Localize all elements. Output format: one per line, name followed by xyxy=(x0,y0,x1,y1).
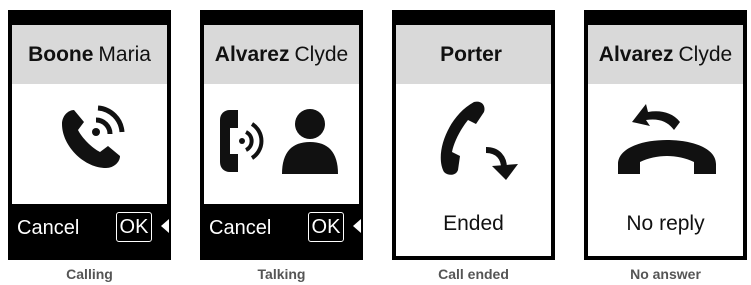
screen-calling: Boone Maria Cancel OK xyxy=(8,10,171,260)
caption: Talking xyxy=(257,266,306,282)
contact-header: Porter xyxy=(396,25,551,84)
contact-last-name: Boone xyxy=(28,42,94,66)
contact-first-name: Clyde xyxy=(294,42,349,66)
screen-call-ended: Porter Ended xyxy=(392,10,555,260)
caption: No answer xyxy=(630,266,701,282)
contact-last-name: Alvarez xyxy=(598,42,674,66)
arrow-left-icon[interactable] xyxy=(161,219,169,233)
contact-last-name: Porter xyxy=(440,42,502,66)
call-status: No reply xyxy=(626,212,705,235)
ok-button[interactable]: OK xyxy=(116,212,152,242)
contact-header: Boone Maria xyxy=(12,25,167,84)
call-ended-icon xyxy=(440,101,518,180)
no-answer-icon xyxy=(618,104,716,174)
soft-key-bar: Cancel OK xyxy=(8,205,171,257)
contact-first-name: Clyde xyxy=(678,42,733,66)
contact-first-name: Maria xyxy=(98,42,151,66)
ok-button[interactable]: OK xyxy=(308,212,344,242)
phone-talking-icon xyxy=(220,109,338,174)
caption: Calling xyxy=(66,266,113,282)
screen-body: Ended xyxy=(396,84,551,256)
phone-calling-icon xyxy=(62,105,125,168)
cancel-button[interactable]: Cancel xyxy=(17,217,79,240)
screen-body xyxy=(204,84,359,204)
contact-header: Alvarez Clyde xyxy=(204,25,359,84)
arrow-left-icon[interactable] xyxy=(353,219,361,233)
call-status: Ended xyxy=(443,212,504,235)
screen-body xyxy=(12,84,167,204)
screen-no-answer: Alvarez Clyde No reply xyxy=(584,10,747,260)
screen-body: No reply xyxy=(588,84,743,256)
screen-talking: Alvarez Clyde Cancel OK xyxy=(200,10,363,260)
soft-key-bar: Cancel OK xyxy=(200,205,363,257)
contact-last-name: Alvarez xyxy=(214,42,290,66)
cancel-button[interactable]: Cancel xyxy=(209,217,271,240)
contact-header: Alvarez Clyde xyxy=(588,25,743,84)
caption: Call ended xyxy=(438,266,509,282)
